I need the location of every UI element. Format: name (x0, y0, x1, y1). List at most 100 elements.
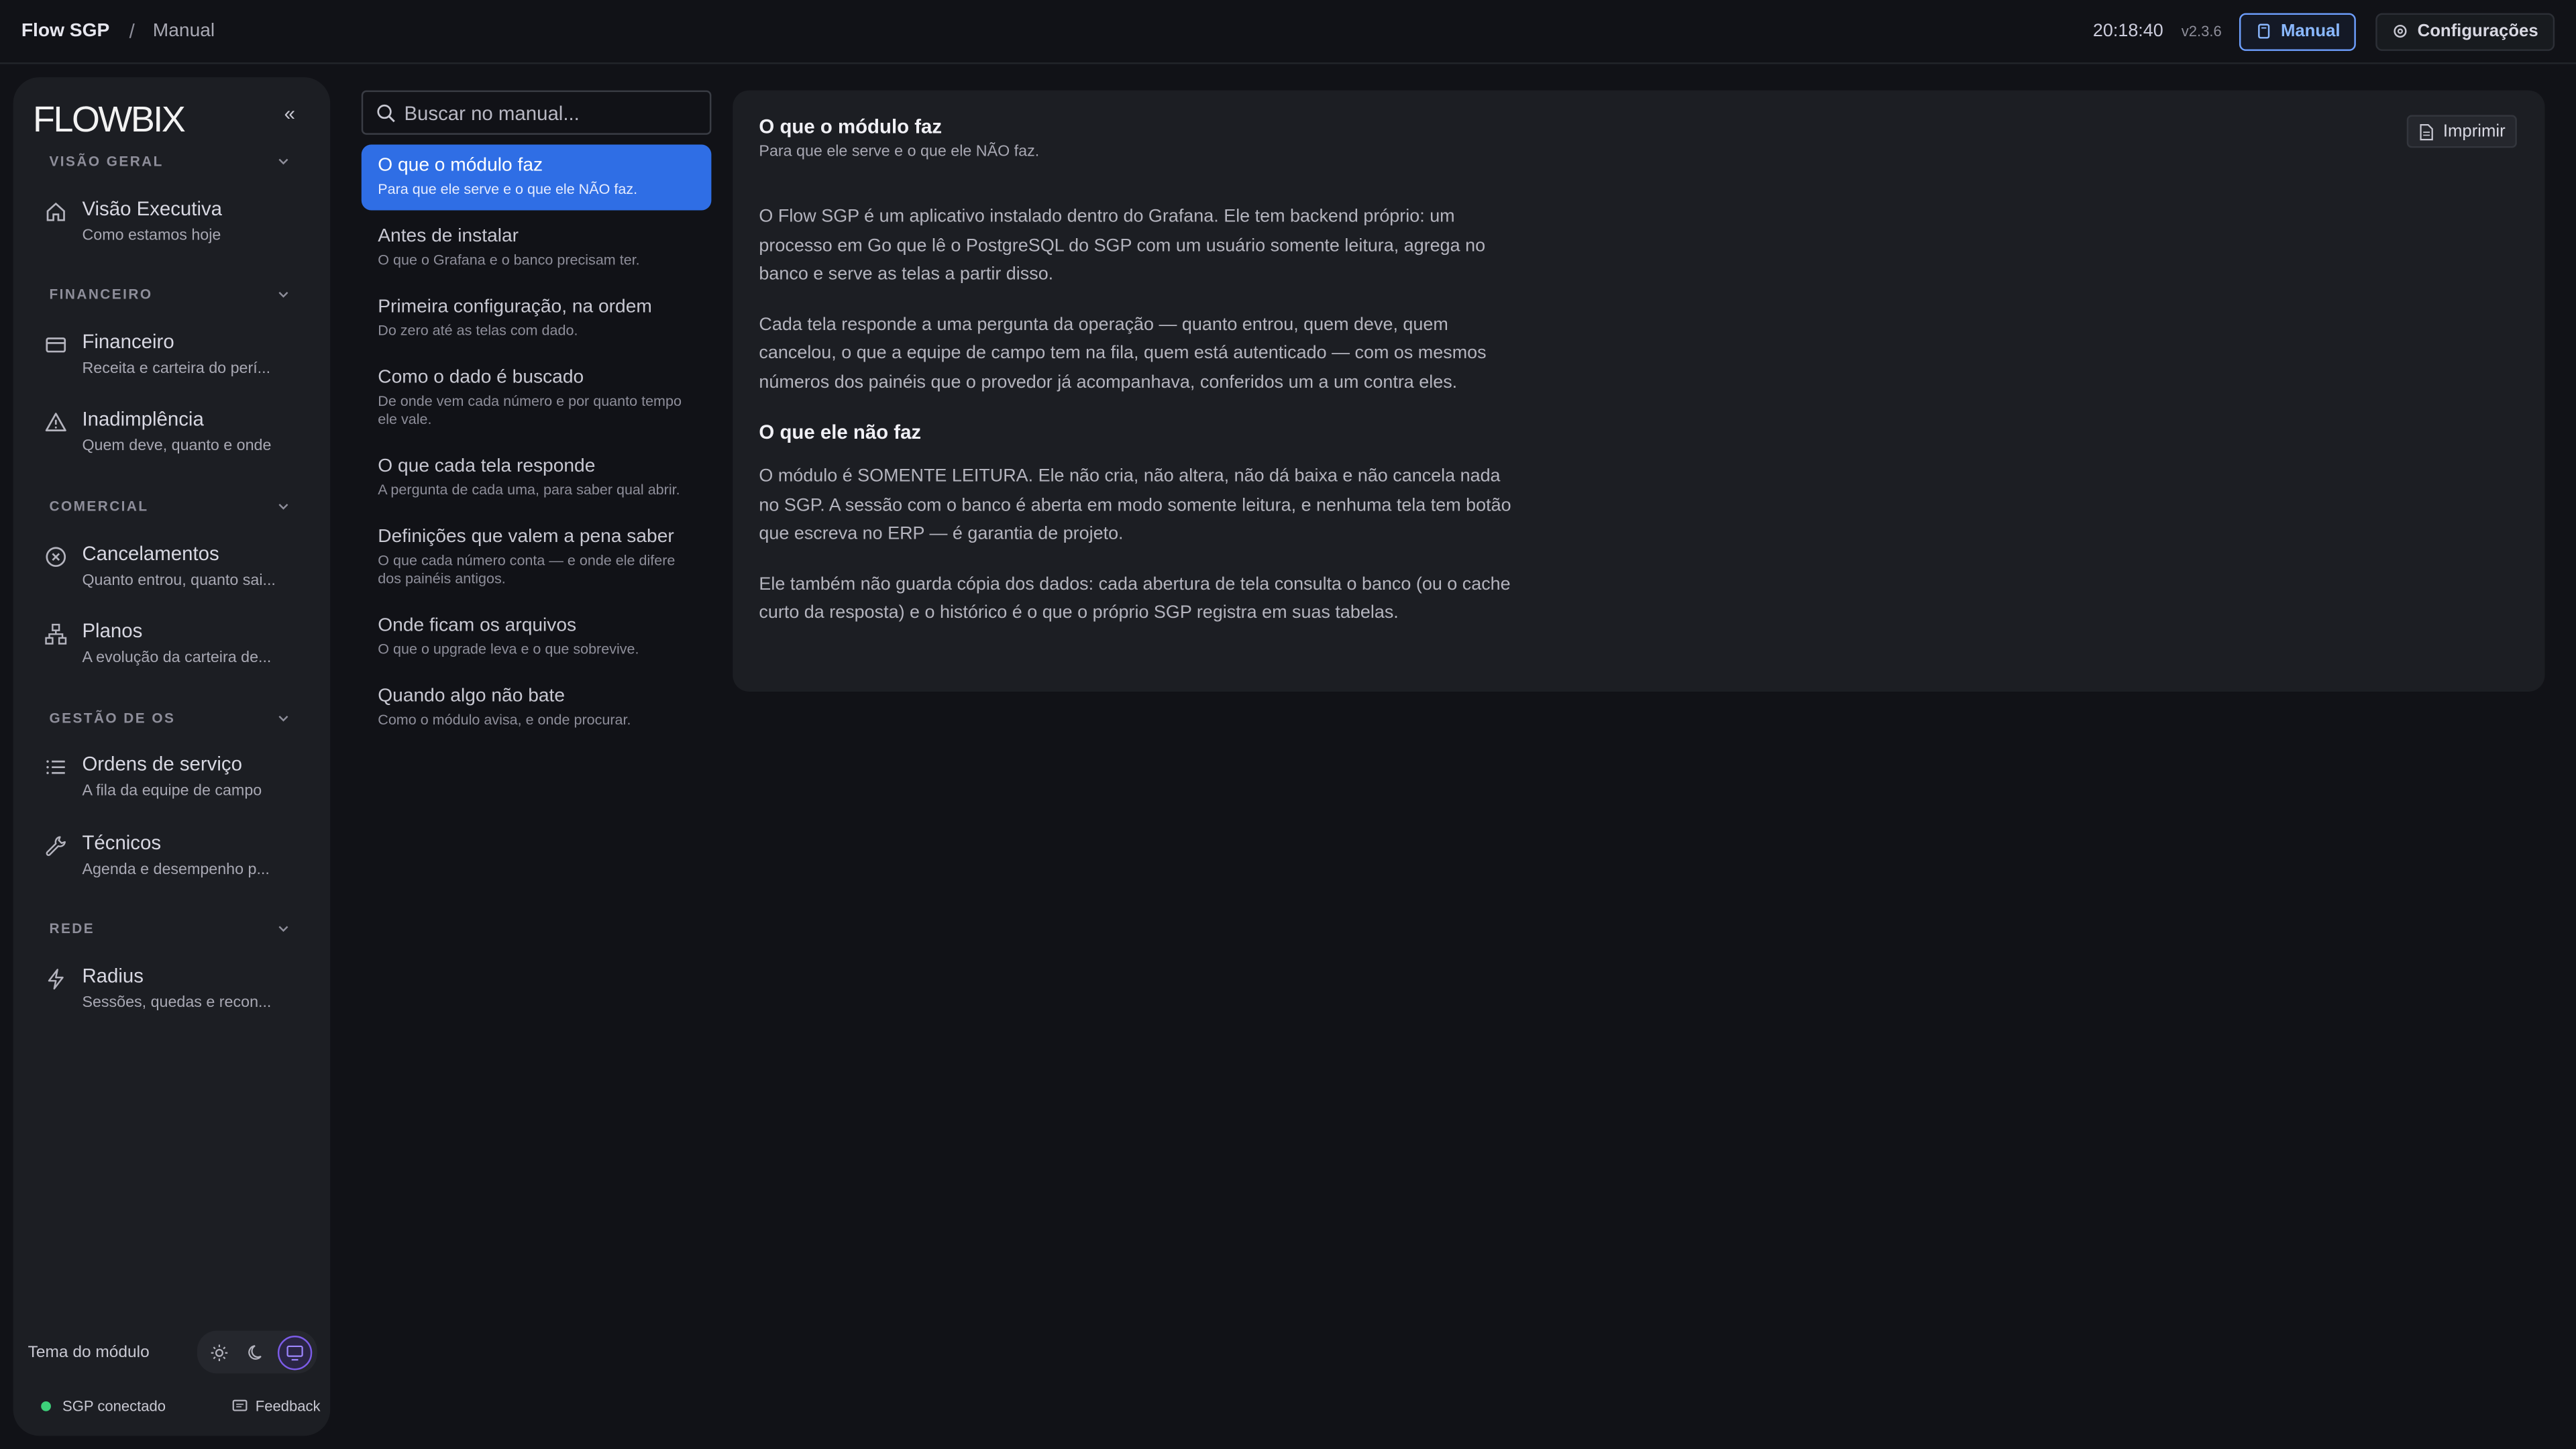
manual-content: O que o módulo faz Para que ele serve e … (733, 90, 2545, 692)
toc-item-subtitle: Como o módulo avisa, e onde procurar. (378, 711, 631, 728)
bolt-icon (48, 969, 64, 990)
toc-item-subtitle: A pergunta de cada uma, para saber qual … (378, 481, 680, 498)
toc-item-primeira-configuracao[interactable]: Primeira configuração, na ordem Do zero … (362, 286, 712, 352)
version-label: v2.3.6 (2181, 23, 2222, 40)
paragraph: Cada tela responde a uma pergunta da ope… (759, 314, 1487, 392)
feedback-label: Feedback (255, 1398, 321, 1415)
toc-item-subtitle: O que o Grafana e o banco precisam ter. (378, 251, 640, 268)
sidebar-item-title: Planos (82, 619, 143, 643)
sun-icon (211, 1344, 228, 1360)
message-icon (233, 1399, 248, 1411)
toc-item-onde-ficam-os-arquivos[interactable]: Onde ficam os arquivos O que o upgrade l… (362, 604, 712, 670)
toc-item-title: O que cada tela responde (378, 456, 596, 477)
toc-item-subtitle: O que cada número conta — e onde ele dif… (378, 551, 676, 587)
sidebar-item-title: Inadimplência (82, 407, 204, 431)
theme-row: Tema do módulo (28, 1330, 317, 1374)
toc-item-title: Definições que valem a pena saber (378, 527, 674, 547)
theme-switch (197, 1330, 317, 1374)
settings-button[interactable]: Configurações (2376, 12, 2555, 50)
warning-icon (45, 413, 66, 431)
status-row: SGP conectado Feedback (41, 1398, 321, 1415)
app-window: Flow SGP / Manual 20:18:40 v2.3.6 Manual… (0, 0, 2576, 1449)
toc-item-subtitle: Para que ele serve e o que ele NÃO faz. (378, 180, 638, 197)
sidebar-item-title: Visão Executiva (82, 197, 223, 221)
monitor-icon (286, 1344, 303, 1360)
section-financeiro[interactable]: FINANCEIRO (49, 286, 289, 303)
paragraph: Ele também não guarda cópia dos dados: c… (759, 574, 1511, 623)
circle-x-icon (46, 547, 66, 568)
theme-label: Tema do módulo (28, 1343, 150, 1361)
list-icon (46, 760, 65, 774)
clock: 20:18:40 (2092, 21, 2163, 42)
theme-light-button[interactable] (202, 1335, 236, 1369)
topbar-actions: 20:18:40 v2.3.6 Manual Configurações (2093, 12, 2555, 50)
chevron-down-icon (278, 925, 288, 931)
toc-item-title: Antes de instalar (378, 226, 519, 247)
sidebar-item-subtitle: Sessões, quedas e recon... (82, 994, 272, 1012)
manual-button[interactable]: Manual (2239, 12, 2357, 50)
chevron-down-icon (278, 502, 288, 509)
print-button-label: Imprimir (2443, 121, 2506, 142)
feedback-button[interactable]: Feedback (232, 1398, 321, 1415)
sidebar-item-subtitle: Como estamos hoje (82, 226, 221, 245)
breadcrumb-page: Manual (152, 21, 215, 42)
toc-item-o-que-cada-tela-responde[interactable]: O que cada tela responde A pergunta de c… (362, 445, 712, 511)
sidebar-item-title: Financeiro (82, 330, 174, 354)
top-bar: Flow SGP / Manual 20:18:40 v2.3.6 Manual… (0, 0, 2576, 64)
manual-button-label: Manual (2280, 21, 2341, 42)
toc-item-subtitle: O que o upgrade leva e o que sobrevive. (378, 640, 639, 657)
section-label: REDE (49, 920, 95, 936)
paragraph: O Flow SGP é um aplicativo instalado den… (759, 207, 1486, 284)
manual-toc: O que o módulo faz Para que ele serve e … (361, 144, 712, 746)
section-gestao-de-os[interactable]: GESTÃO DE OS (49, 710, 289, 726)
section-rede[interactable]: REDE (49, 920, 289, 936)
theme-dark-button[interactable] (240, 1335, 274, 1369)
print-button[interactable]: Imprimir (2406, 115, 2517, 148)
chevron-down-icon (278, 158, 288, 164)
sidebar-item-subtitle: A fila da equipe de campo (82, 782, 262, 800)
connection-status: SGP conectado (62, 1398, 166, 1415)
section-label: COMERCIAL (49, 498, 149, 515)
toc-item-antes-de-instalar[interactable]: Antes de instalar O que o Grafana e o ba… (362, 215, 712, 281)
toc-item-quando-algo-nao-bate[interactable]: Quando algo não bate Como o módulo avisa… (362, 675, 712, 741)
toc-item-como-o-dado-e-buscado[interactable]: Como o dado é buscado De onde vem cada n… (362, 356, 712, 440)
hierarchy-icon (45, 623, 67, 645)
chevron-down-icon (278, 290, 288, 297)
toc-item-title: Onde ficam os arquivos (378, 616, 577, 636)
search-input[interactable] (404, 101, 684, 124)
sidebar-item-title: Cancelamentos (82, 542, 219, 566)
sidebar-item-subtitle: Quanto entrou, quanto sai... (82, 572, 276, 590)
logo: FLOWBIX (32, 98, 186, 140)
section-visao-geral[interactable]: VISÃO GERAL (49, 153, 289, 169)
chevron-down-icon (278, 714, 288, 721)
section-label: FINANCEIRO (49, 286, 153, 303)
collapse-sidebar-button[interactable]: « (284, 102, 295, 125)
section-label: GESTÃO DE OS (49, 709, 176, 727)
toc-item-definicoes[interactable]: Definições que valem a pena saber O que … (362, 516, 712, 600)
book-icon (2258, 23, 2271, 39)
sidebar: FLOWBIX « VISÃO GERAL Visão Executiva Co… (13, 77, 331, 1436)
toc-item-title: Primeira configuração, na ordem (378, 297, 652, 317)
breadcrumb-app[interactable]: Flow SGP (21, 21, 109, 41)
section-heading: O que ele não faz (759, 420, 922, 444)
section-label: VISÃO GERAL (49, 152, 164, 170)
toc-item-subtitle: Do zero até as telas com dado. (378, 321, 578, 339)
home-icon (46, 202, 65, 221)
toc-item-title: Quando algo não bate (378, 686, 566, 706)
sidebar-item-subtitle: A evolução da carteira de... (82, 649, 272, 667)
section-comercial[interactable]: COMERCIAL (49, 498, 289, 515)
sidebar-item-title: Ordens de serviço (82, 752, 242, 775)
credit-card-icon (46, 337, 66, 353)
sidebar-item-subtitle: Agenda e desempenho p... (82, 861, 270, 879)
sidebar-item-subtitle: Receita e carteira do perí... (82, 360, 271, 378)
theme-system-button[interactable] (277, 1334, 313, 1370)
document-icon (2420, 123, 2434, 140)
sidebar-item-subtitle: Quem deve, quanto e onde (82, 437, 272, 455)
page-subtitle: Para que ele serve e o que ele NÃO faz. (759, 143, 1040, 162)
article-body: O Flow SGP é um aplicativo instalado den… (759, 204, 1515, 650)
status-dot (41, 1401, 51, 1411)
toc-item-o-que-o-modulo-faz[interactable]: O que o módulo faz Para que ele serve e … (361, 144, 712, 211)
manual-search (361, 90, 712, 135)
paragraph: O módulo é SOMENTE LEITURA. Ele não cria… (759, 466, 1511, 544)
breadcrumb-separator: / (129, 19, 135, 43)
